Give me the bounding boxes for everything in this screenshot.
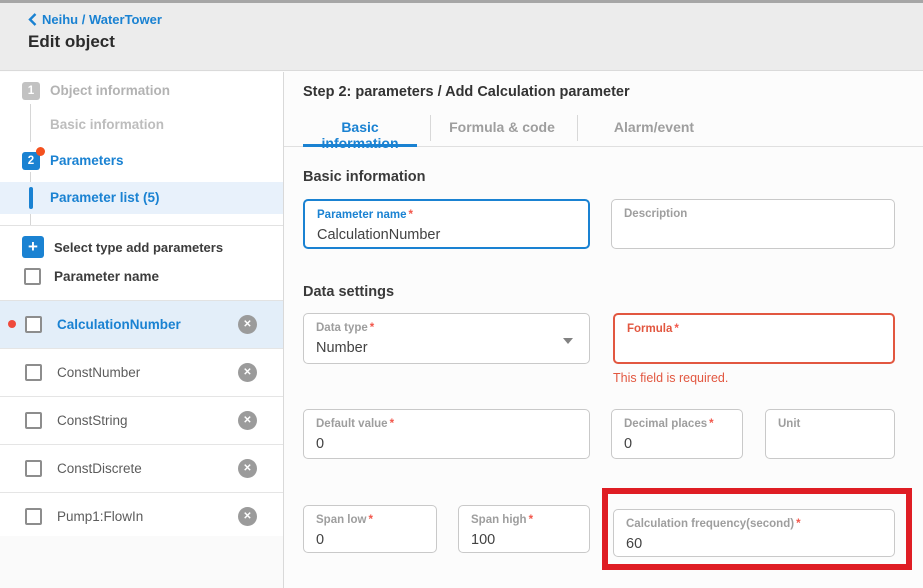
field-label: Decimal places* <box>624 417 730 431</box>
field-value: CalculationNumber <box>317 226 576 244</box>
close-icon: ✕ <box>243 415 251 426</box>
active-indicator-bar <box>29 187 33 209</box>
span-high-field[interactable]: Span high* 100 <box>458 505 590 553</box>
section-heading-data-settings: Data settings <box>303 284 394 300</box>
required-mark: * <box>529 514 533 526</box>
row-checkbox[interactable] <box>25 316 42 333</box>
active-tab-underline <box>303 144 417 147</box>
add-parameters-button[interactable]: + Select type add parameters <box>0 234 283 264</box>
back-chevron-icon <box>28 13 37 26</box>
field-value: Number <box>316 339 577 357</box>
main-panel: Step 2: parameters / Add Calculation par… <box>284 72 923 588</box>
tab-formula-code[interactable]: Formula & code <box>434 119 570 135</box>
breadcrumb-label: Neihu / WaterTower <box>42 12 162 27</box>
page-title: Edit object <box>28 32 115 52</box>
list-item-conststring[interactable]: ConstString ✕ <box>0 397 283 445</box>
parameter-name: ConstDiscrete <box>57 461 142 476</box>
list-item-pump1flowin[interactable]: Pump1:FlowIn ✕ <box>0 493 283 541</box>
row-checkbox[interactable] <box>25 460 42 477</box>
plus-icon: + <box>22 236 44 258</box>
close-icon: ✕ <box>243 463 251 474</box>
parameter-name: ConstString <box>57 413 128 428</box>
field-value: 0 <box>316 435 577 453</box>
select-all-checkbox[interactable] <box>24 268 41 285</box>
delete-parameter-button: ✕ <box>238 507 257 526</box>
field-value: 0 <box>624 435 730 453</box>
tab-bar: Basic information Formula & code Alarm/e… <box>284 110 923 147</box>
sidebar-item-parameters[interactable]: Parameters <box>50 153 124 168</box>
parameter-name-field[interactable]: Parameter name* CalculationNumber <box>303 199 590 249</box>
parameter-list-header: Parameter name <box>0 266 283 292</box>
sidebar-item-object-information[interactable]: Object information <box>50 83 170 98</box>
sidebar-item-basic-information[interactable]: Basic information <box>50 117 164 132</box>
parameter-name: ConstNumber <box>57 365 140 380</box>
notification-dot-icon <box>36 147 45 156</box>
step1-badge: 1 <box>22 82 40 100</box>
row-checkbox[interactable] <box>25 412 42 429</box>
parameter-name-column-label: Parameter name <box>54 269 159 284</box>
field-label: Span high* <box>471 513 577 527</box>
data-type-select[interactable]: Data type* Number <box>303 313 590 364</box>
step-connector <box>30 104 31 142</box>
row-checkbox[interactable] <box>25 508 42 525</box>
sidebar-filler <box>0 536 283 588</box>
field-label: Calculation frequency(second)* <box>626 517 882 531</box>
field-label: Description <box>624 207 882 221</box>
unit-field[interactable]: Unit <box>765 409 895 459</box>
close-icon: ✕ <box>243 511 251 522</box>
list-item-calculationnumber[interactable]: CalculationNumber ✕ <box>0 301 283 349</box>
delete-parameter-button: ✕ <box>238 411 257 430</box>
page-header: Neihu / WaterTower Edit object <box>0 3 923 71</box>
list-item-constnumber[interactable]: ConstNumber ✕ <box>0 349 283 397</box>
span-low-field[interactable]: Span low* 0 <box>303 505 437 553</box>
required-mark: * <box>368 514 372 526</box>
tab-alarm-event[interactable]: Alarm/event <box>584 119 724 135</box>
calculation-frequency-field[interactable]: Calculation frequency(second)* 60 <box>613 509 895 557</box>
edit-object-page: Neihu / WaterTower Edit object 1 Object … <box>0 0 923 588</box>
field-label: Parameter name* <box>317 208 576 222</box>
row-checkbox[interactable] <box>25 364 42 381</box>
field-value: 0 <box>316 531 424 549</box>
field-label: Data type* <box>316 321 577 335</box>
sidebar-item-parameter-list[interactable]: Parameter list (5) <box>0 182 283 214</box>
field-label: Formula* <box>627 322 881 336</box>
delete-parameter-button: ✕ <box>238 315 257 334</box>
field-label: Unit <box>778 417 882 431</box>
dropdown-caret-icon[interactable] <box>563 338 573 344</box>
required-mark: * <box>390 418 394 430</box>
parameter-list: CalculationNumber ✕ ConstNumber ✕ ConstS… <box>0 301 283 541</box>
required-mark: * <box>674 323 678 335</box>
delete-parameter-button: ✕ <box>238 363 257 382</box>
required-mark: * <box>709 418 713 430</box>
unsaved-dot-icon <box>8 320 16 328</box>
parameter-name: Pump1:FlowIn <box>57 509 143 524</box>
default-value-field[interactable]: Default value* 0 <box>303 409 590 459</box>
section-heading-basic: Basic information <box>303 169 425 185</box>
breadcrumb[interactable]: Neihu / WaterTower <box>28 12 162 27</box>
required-mark: * <box>370 322 374 334</box>
formula-error-message: This field is required. <box>613 371 728 385</box>
close-icon: ✕ <box>243 319 251 330</box>
field-label: Default value* <box>316 417 577 431</box>
parameter-list-label: Parameter list (5) <box>50 182 160 214</box>
step-title: Step 2: parameters / Add Calculation par… <box>303 84 630 100</box>
divider <box>0 225 283 226</box>
description-field[interactable]: Description <box>611 199 895 249</box>
required-mark: * <box>796 518 800 530</box>
field-value: 60 <box>626 535 882 553</box>
decimal-places-field[interactable]: Decimal places* 0 <box>611 409 743 459</box>
field-value: 100 <box>471 531 577 549</box>
formula-field[interactable]: Formula* <box>613 313 895 364</box>
tab-separator <box>577 115 578 141</box>
delete-parameter-button: ✕ <box>238 459 257 478</box>
close-icon: ✕ <box>243 367 251 378</box>
list-item-constdiscrete[interactable]: ConstDiscrete ✕ <box>0 445 283 493</box>
required-mark: * <box>409 209 413 221</box>
sidebar: 1 Object information Basic information 2… <box>0 72 284 588</box>
field-label: Span low* <box>316 513 424 527</box>
parameter-name: CalculationNumber <box>57 317 181 332</box>
add-parameters-label: Select type add parameters <box>54 240 223 255</box>
tab-separator <box>430 115 431 141</box>
